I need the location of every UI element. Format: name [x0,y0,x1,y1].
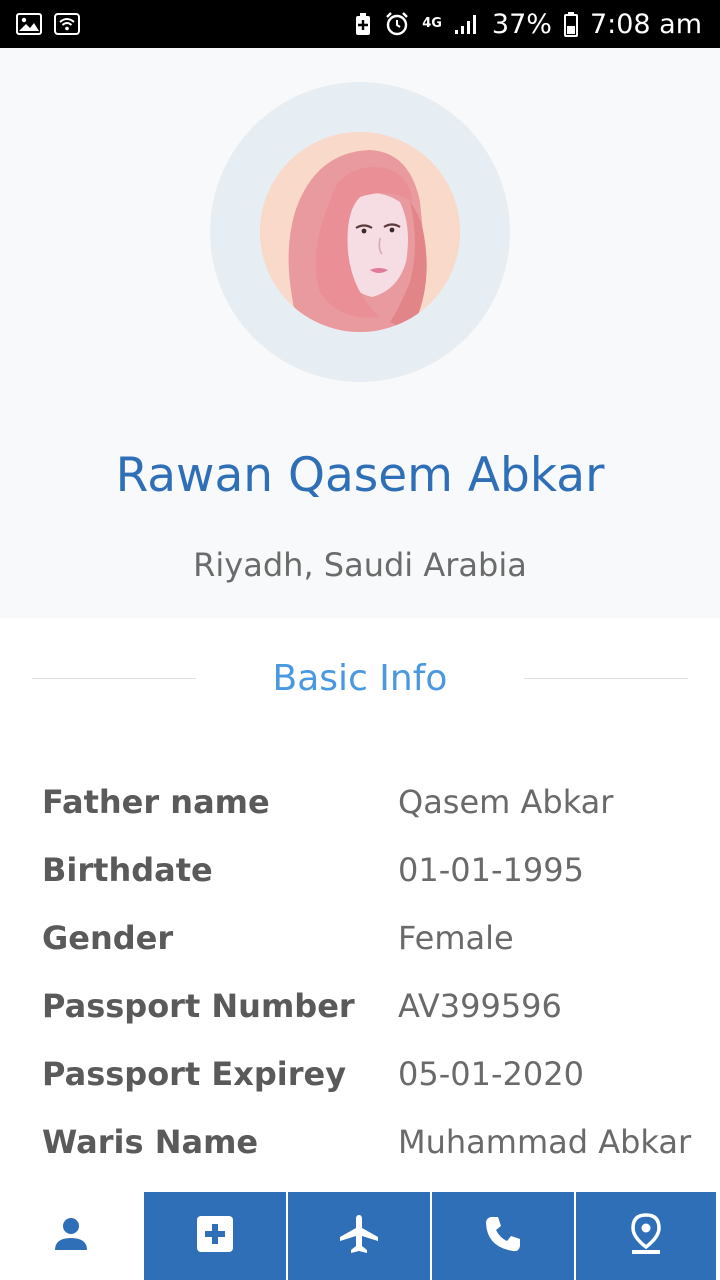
profile-location: Riyadh, Saudi Arabia [193,546,527,584]
nav-tab-medical[interactable] [144,1192,286,1280]
section-header: Basic Info [32,650,688,706]
info-value: Female [398,919,514,957]
nav-tab-contact[interactable] [432,1192,574,1280]
info-value: 01-01-1995 [398,851,584,889]
info-row-passport-number: Passport Number AV399596 [42,972,702,1040]
bottom-nav [0,1192,720,1280]
network-type: 4G [422,16,442,31]
battery-icon [563,11,578,37]
info-value: Muhammad Abkar [398,1123,692,1161]
avatar[interactable] [260,132,460,332]
medical-plus-icon [196,1215,234,1257]
profile-header: Rawan Qasem Abkar Riyadh, Saudi Arabia [0,48,720,618]
status-bar: 4G 37% 7:08 am [0,0,720,48]
info-row-passport-expiry: Passport Expirey 05-01-2020 [42,1040,702,1108]
info-row-father-name: Father name Qasem Abkar [42,768,702,836]
info-label: Father name [42,783,270,821]
avatar-ring [210,82,510,382]
info-value: AV399596 [398,987,562,1025]
battery-saver-icon [354,12,372,36]
divider-left [32,677,196,679]
basic-info-list: Father name Qasem Abkar Birthdate 01-01-… [42,768,702,1176]
airplane-icon [338,1213,380,1259]
status-left [16,13,80,35]
section-title: Basic Info [272,657,448,699]
gallery-icon [16,13,42,35]
battery-percent: 37% [491,8,552,40]
info-label: Birthdate [42,851,213,889]
info-row-birthdate: Birthdate 01-01-1995 [42,836,702,904]
info-row-waris-name: Waris Name Muhammad Abkar [42,1108,702,1176]
phone-icon [483,1214,523,1258]
person-icon [52,1216,90,1256]
wifi-icon [54,13,80,35]
divider-right [524,677,688,679]
profile-name: Rawan Qasem Abkar [115,448,605,503]
info-label: Waris Name [42,1123,259,1161]
alarm-icon [384,11,410,37]
nav-tab-location[interactable] [576,1192,716,1280]
info-label: Passport Expirey [42,1055,347,1093]
nav-tab-profile[interactable] [0,1192,142,1280]
location-pin-icon [629,1213,663,1259]
info-value: Qasem Abkar [398,783,614,821]
info-label: Gender [42,919,174,957]
signal-icon [454,12,480,36]
info-value: 05-01-2020 [398,1055,584,1093]
status-right: 4G 37% 7:08 am [354,9,702,40]
nav-tab-flights[interactable] [288,1192,430,1280]
info-label: Passport Number [42,987,355,1025]
info-row-gender: Gender Female [42,904,702,972]
clock: 7:08 am [589,8,702,40]
